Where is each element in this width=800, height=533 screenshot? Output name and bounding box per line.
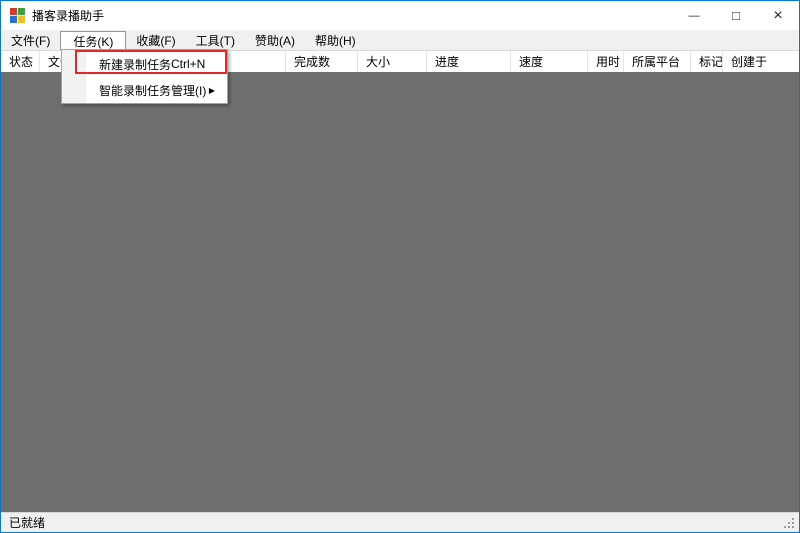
column-header-progress[interactable]: 进度 [427,51,511,72]
menu-item-shortcut: Ctrl+N [171,57,221,71]
app-window: 播客录播助手 — □ × 文件(F) 任务(K) 收藏(F) 工具(T) 赞助(… [0,0,800,533]
menu-item-smart-task-management[interactable]: 智能录制任务管理(I) ▶ [62,77,227,103]
window-title: 播客录播助手 [32,7,104,24]
window-controls: — □ × [673,1,799,30]
submenu-arrow-icon: ▶ [209,86,219,95]
minimize-button[interactable]: — [673,1,715,30]
column-header-created[interactable]: 创建于 [723,51,799,72]
column-header-platform[interactable]: 所属平台 [624,51,691,72]
menu-sponsor[interactable]: 赞助(A) [245,31,305,50]
column-header-mark[interactable]: 标记 [691,51,723,72]
menu-item-label: 新建录制任务 [99,56,171,73]
maximize-button[interactable]: □ [715,1,757,30]
status-bar: 已就绪 [1,512,799,532]
app-icon [10,8,25,23]
status-text: 已就绪 [9,514,45,531]
task-dropdown-menu: 新建录制任务 Ctrl+N 智能录制任务管理(I) ▶ [61,49,228,104]
column-header-completed[interactable]: 完成数 [286,51,358,72]
column-header-elapsed[interactable]: 用时 [588,51,624,72]
menu-item-new-recording-task[interactable]: 新建录制任务 Ctrl+N [62,51,227,77]
menu-bar: 文件(F) 任务(K) 收藏(F) 工具(T) 赞助(A) 帮助(H) [1,31,799,50]
title-bar: 播客录播助手 — □ × [1,1,799,31]
menu-task[interactable]: 任务(K) [60,31,126,50]
task-list-area [1,72,799,512]
menu-help[interactable]: 帮助(H) [305,31,366,50]
menu-item-label: 智能录制任务管理(I) [99,82,206,99]
column-header-size[interactable]: 大小 [358,51,427,72]
menu-file[interactable]: 文件(F) [1,31,60,50]
menu-favorites[interactable]: 收藏(F) [126,31,185,50]
column-header-speed[interactable]: 速度 [511,51,588,72]
column-header-status[interactable]: 状态 [1,51,40,72]
resize-grip-icon[interactable] [792,526,794,528]
menu-tools[interactable]: 工具(T) [186,31,245,50]
close-button[interactable]: × [757,1,799,30]
